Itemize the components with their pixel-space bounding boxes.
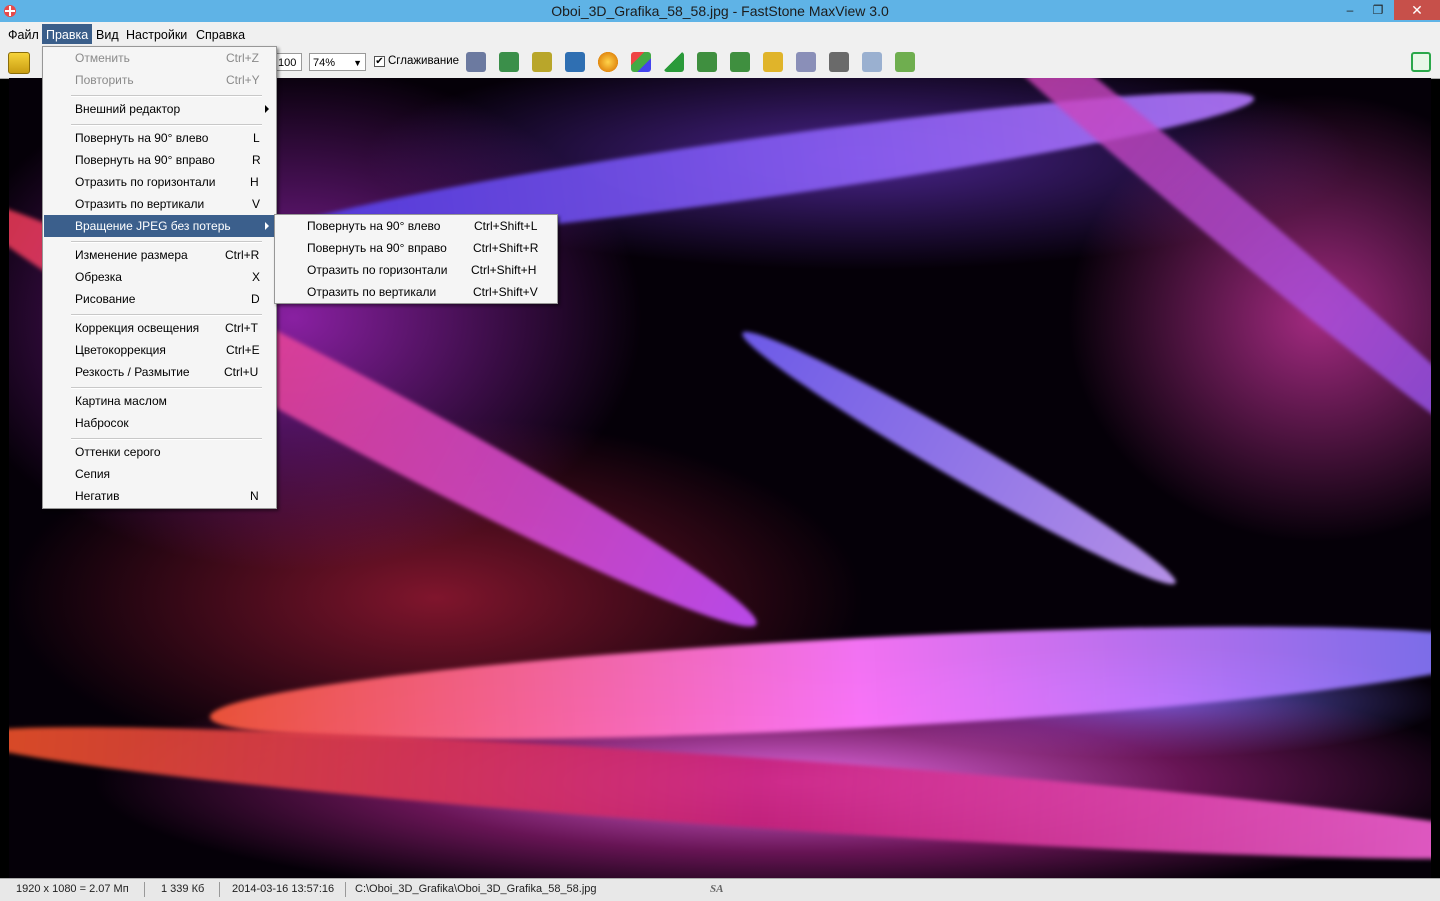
- menu-item-lighting[interactable]: Коррекция освещения Ctrl+T: [44, 317, 275, 339]
- zoom-value: 74%: [313, 57, 336, 69]
- resize-icon[interactable]: [565, 52, 585, 72]
- brightness-icon[interactable]: [598, 52, 618, 72]
- menu-separator: [71, 95, 262, 97]
- menu-item-crop[interactable]: Обрезка X: [44, 266, 275, 288]
- menu-item-redo[interactable]: Повторить Ctrl+Y: [44, 69, 275, 91]
- menu-item-sepia[interactable]: Сепия: [44, 463, 275, 485]
- submenu-arrow-icon: [265, 105, 269, 113]
- menu-item-resize[interactable]: Изменение размера Ctrl+R: [44, 244, 275, 266]
- export-icon[interactable]: [499, 52, 519, 72]
- submenu-item-rotate-left[interactable]: Повернуть на 90° влево Ctrl+Shift+L: [276, 215, 556, 237]
- rotate-right-icon[interactable]: [730, 52, 750, 72]
- scanner-icon[interactable]: [862, 52, 882, 72]
- email-icon[interactable]: [763, 52, 783, 72]
- smoothing-label: Сглаживание: [388, 55, 460, 67]
- status-divider: [144, 882, 145, 897]
- status-bar: 1920 x 1080 = 2.07 Мп 1 339 Кб 2014-03-1…: [0, 878, 1440, 901]
- submenu-item-rotate-right[interactable]: Повернуть на 90° вправо Ctrl+Shift+R: [276, 237, 556, 259]
- window-title: Oboi_3D_Grafika_58_58.jpg - FastStone Ma…: [551, 3, 889, 19]
- filmstrip-icon[interactable]: [466, 52, 486, 72]
- menu-item-color-correction[interactable]: Цветокоррекция Ctrl+E: [44, 339, 275, 361]
- submenu-item-flip-horizontal[interactable]: Отразить по горизонтали Ctrl+Shift+H: [276, 259, 556, 281]
- menu-settings[interactable]: Настройки: [122, 26, 191, 44]
- menu-item-rotate-left[interactable]: Повернуть на 90° влево L: [44, 127, 275, 149]
- menu-item-flip-vertical[interactable]: Отразить по вертикали V: [44, 193, 275, 215]
- menu-item-undo[interactable]: Отменить Ctrl+Z: [44, 47, 275, 69]
- menu-item-lossless-jpeg-rotation[interactable]: Вращение JPEG без потерь: [44, 215, 275, 237]
- fullscreen-icon[interactable]: [1411, 52, 1431, 72]
- menu-separator: [71, 314, 262, 316]
- menu-item-flip-horizontal[interactable]: Отразить по горизонтали H: [44, 171, 275, 193]
- menu-item-sketch[interactable]: Набросок: [44, 412, 275, 434]
- submenu-item-flip-vertical[interactable]: Отразить по вертикали Ctrl+Shift+V: [276, 281, 556, 303]
- title-bar: Oboi_3D_Grafika_58_58.jpg - FastStone Ma…: [0, 0, 1440, 22]
- size-field[interactable]: 100: [274, 53, 302, 71]
- jpeg-rotation-submenu: Повернуть на 90° влево Ctrl+Shift+L Повер…: [274, 214, 558, 304]
- status-divider: [345, 882, 346, 897]
- submenu-arrow-icon: [265, 222, 269, 230]
- color-icon[interactable]: [631, 52, 651, 72]
- crop-icon[interactable]: [532, 52, 552, 72]
- chevron-down-icon: ▼: [353, 58, 362, 68]
- restore-button[interactable]: ❐: [1364, 0, 1392, 20]
- menu-edit[interactable]: Правка: [42, 24, 93, 44]
- status-dimensions: 1920 x 1080 = 2.07 Мп: [16, 883, 129, 895]
- menu-separator: [71, 387, 262, 389]
- menu-separator: [71, 438, 262, 440]
- minimize-button[interactable]: –: [1336, 0, 1364, 20]
- menu-item-negative[interactable]: Негатив N: [44, 485, 275, 507]
- status-divider: [219, 882, 220, 897]
- menu-item-draw[interactable]: Рисование D: [44, 288, 275, 310]
- settings-icon[interactable]: [895, 52, 915, 72]
- menu-view[interactable]: Вид: [92, 26, 123, 44]
- menu-separator: [71, 124, 262, 126]
- watermark-logo: SA: [710, 883, 724, 895]
- open-folder-icon[interactable]: [8, 52, 30, 74]
- menu-item-sharpen-blur[interactable]: Резкость / Размытие Ctrl+U: [44, 361, 275, 383]
- edit-menu: Отменить Ctrl+Z Повторить Ctrl+Y Внешний р…: [42, 46, 277, 509]
- menu-item-external-editor[interactable]: Внешний редактор: [44, 98, 275, 120]
- rotate-left-icon[interactable]: [697, 52, 717, 72]
- status-path: C:\Oboi_3D_Grafika\Oboi_3D_Grafika_58_58…: [355, 883, 597, 895]
- menu-file[interactable]: Файл: [4, 26, 43, 44]
- close-button[interactable]: ✕: [1394, 0, 1440, 20]
- menu-item-grayscale[interactable]: Оттенки серого: [44, 441, 275, 463]
- print-icon[interactable]: [796, 52, 816, 72]
- menu-item-rotate-right[interactable]: Повернуть на 90° вправо R: [44, 149, 275, 171]
- smoothing-checkbox[interactable]: ✔: [374, 56, 385, 67]
- menu-bar: Файл Правка Вид Настройки Справка: [0, 22, 1440, 46]
- menu-separator: [71, 241, 262, 243]
- status-filesize: 1 339 Кб: [161, 883, 205, 895]
- menu-item-oil-painting[interactable]: Картина маслом: [44, 390, 275, 412]
- zoom-select[interactable]: 74% ▼: [309, 53, 366, 71]
- sharpen-icon[interactable]: [664, 52, 684, 72]
- menu-help[interactable]: Справка: [192, 26, 249, 44]
- camera-icon[interactable]: [829, 52, 849, 72]
- image-streak: [732, 315, 1186, 601]
- status-datetime: 2014-03-16 13:57:16: [232, 883, 335, 895]
